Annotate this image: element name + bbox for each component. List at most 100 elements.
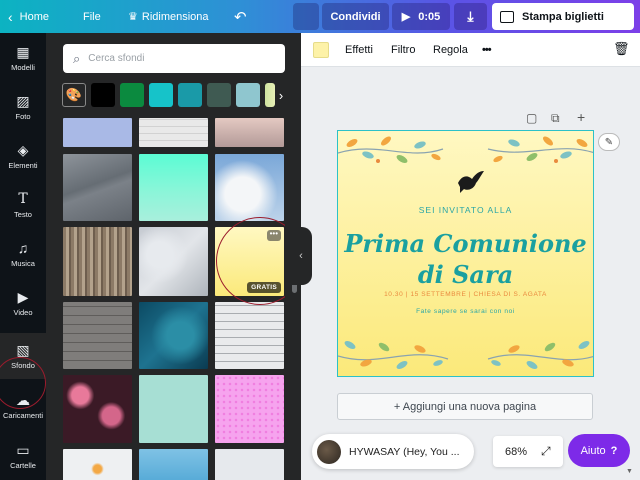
trash-icon: 🗑	[613, 41, 630, 56]
resize-button[interactable]: ♛ Ridimensiona	[128, 0, 209, 33]
print-cards-button[interactable]: Stampa biglietti	[492, 3, 634, 30]
image-icon: ▨	[16, 93, 30, 109]
background-icon: ▧	[16, 342, 30, 358]
design-page[interactable]: SEI INVITATO ALLA Prima Comunione di Sar…	[337, 130, 594, 377]
invite-date[interactable]: 10.30 | 15 SETTEMBRE | CHIESA DI S. AGAT…	[338, 291, 593, 298]
bg-tile-flowers[interactable]	[63, 375, 132, 443]
rail-label-modelli: Modelli	[11, 63, 35, 72]
undo-icon: ↶	[234, 8, 247, 26]
collapse-panel-button[interactable]: ‹	[290, 227, 312, 285]
shapes-icon: ◈	[17, 142, 29, 158]
bg-tile-blue[interactable]	[63, 118, 132, 147]
top-bar: ‹ Home File ♛ Ridimensiona ↶ Condividi ▶…	[0, 0, 640, 33]
bg-tile-fruit[interactable]	[63, 449, 132, 480]
effects-button[interactable]: Effetti	[345, 33, 373, 67]
search-input[interactable]	[88, 53, 259, 64]
add-page-icon-button[interactable]: +	[577, 109, 585, 125]
duplicate-icon: ⧉	[551, 111, 560, 125]
bg-tile-aqua[interactable]	[139, 375, 208, 443]
invite-title-line2: di Sara	[417, 260, 514, 289]
print-icon	[500, 10, 514, 23]
free-badge: GRATIS	[247, 282, 281, 293]
print-label: Stampa biglietti	[522, 10, 604, 23]
bg-tile-marble[interactable]	[139, 227, 208, 296]
undo-button[interactable]: ↶	[234, 0, 247, 33]
filter-button[interactable]: Filtro	[391, 33, 415, 67]
swatch-green[interactable]	[120, 83, 144, 107]
scroll-corner-icon[interactable]: ▼	[626, 468, 633, 475]
invite-subtitle[interactable]: SEI INVITATO ALLA	[338, 205, 593, 215]
expand-icon[interactable]: ⤢	[541, 444, 551, 459]
bg-tile-mint-gradient[interactable]	[139, 154, 208, 221]
top-leaves	[338, 148, 593, 154]
rail-label-testo: Testo	[14, 210, 32, 219]
rail-item-cartelle[interactable]: ▭ Cartelle	[0, 433, 46, 479]
swatch-teal[interactable]	[178, 83, 202, 107]
bg-tile-clouds[interactable]	[215, 154, 284, 221]
bg-tile-white-brick[interactable]	[139, 118, 208, 147]
tile-more-button[interactable]: •••	[266, 230, 281, 241]
search-icon: ⌕	[73, 50, 81, 66]
note-icon: ▢	[526, 111, 538, 125]
rail-item-musica[interactable]: ♫ Musica	[0, 231, 46, 277]
invite-rsvp[interactable]: Fate sapere se sarai con noi	[338, 308, 593, 315]
rail-label-elementi: Elementi	[8, 161, 38, 170]
rail-item-video[interactable]: ▶ Video	[0, 280, 46, 326]
music-player[interactable]: HYWASAY (Hey, You ...	[312, 434, 474, 469]
dove-icon	[458, 171, 484, 193]
invite-title[interactable]: Prima Comunione di Sara	[338, 228, 593, 290]
album-art	[317, 439, 341, 464]
help-button[interactable]: Aiuto ?	[568, 434, 630, 467]
download-icon: ⤓	[467, 8, 474, 24]
swatch-dark-green[interactable]	[207, 83, 231, 107]
swatches-next-button[interactable]: ›	[274, 85, 288, 105]
rail-item-testo[interactable]: T Testo	[0, 182, 46, 228]
bg-tile-beach[interactable]	[215, 118, 284, 147]
help-question-icon: ?	[610, 444, 618, 457]
background-color-button[interactable]	[313, 42, 329, 58]
music-icon: ♫	[17, 240, 29, 256]
partial-hidden-button[interactable]	[293, 3, 319, 30]
music-title: HYWASAY (Hey, You ...	[349, 445, 460, 458]
swatch-black[interactable]	[91, 83, 115, 107]
swatch-cyan[interactable]	[149, 83, 173, 107]
rail-item-modelli[interactable]: ▦ Modelli	[0, 35, 46, 81]
rail-item-elementi[interactable]: ◈ Elementi	[0, 133, 46, 179]
more-options-button[interactable]: •••	[482, 33, 492, 67]
bg-tile-grey-geometric[interactable]	[63, 154, 132, 221]
share-button[interactable]: Condividi	[322, 3, 389, 30]
delete-button[interactable]: 🗑	[613, 41, 630, 57]
rail-label-video: Video	[13, 308, 33, 317]
bg-tile-ocean[interactable]	[139, 302, 208, 369]
bg-tile-wood[interactable]	[63, 227, 132, 296]
rail-label-musica: Musica	[11, 259, 35, 268]
present-button[interactable]: ▶ 0:05	[392, 3, 450, 30]
bg-tile-grey-brick[interactable]	[63, 302, 132, 369]
bg-tile-light-grey[interactable]	[215, 449, 284, 480]
zoom-control[interactable]: 68% ⤢	[493, 436, 563, 467]
bottom-leaf-shapes	[344, 341, 590, 369]
file-menu-button[interactable]: File	[83, 0, 101, 33]
play-time: 0:05	[418, 10, 441, 23]
chevron-left-icon: ‹	[8, 8, 13, 25]
bg-tile-white-wall[interactable]	[215, 302, 284, 369]
comment-button[interactable]: ✎	[598, 133, 620, 151]
add-new-page-button[interactable]: + Aggiungi una nuova pagina	[337, 393, 593, 420]
page-notes-button[interactable]: ▢	[526, 111, 537, 125]
background-grid: ••• GRATIS	[63, 118, 285, 480]
bg-tile-pink-pattern[interactable]	[215, 375, 284, 443]
color-swatches: 🎨 ›	[62, 83, 292, 107]
home-button[interactable]: ‹ Home	[8, 0, 49, 33]
search-box[interactable]: ⌕	[63, 44, 285, 73]
rail-item-foto[interactable]: ▨ Foto	[0, 84, 46, 130]
download-button[interactable]: ⤓	[454, 3, 487, 30]
swatch-light-blue[interactable]	[236, 83, 260, 107]
bg-tile-yellow-gradient[interactable]: ••• GRATIS	[215, 227, 284, 296]
adjust-button[interactable]: Regola	[433, 33, 468, 67]
rail-label-caricamenti: Caricamenti	[2, 411, 43, 420]
rail-label-cartelle: Cartelle	[10, 461, 36, 470]
duplicate-page-button[interactable]: ⧉	[551, 111, 560, 126]
crown-icon: ♛	[128, 11, 138, 23]
palette-swatch[interactable]: 🎨	[62, 83, 86, 107]
bg-tile-sky[interactable]	[139, 449, 208, 480]
